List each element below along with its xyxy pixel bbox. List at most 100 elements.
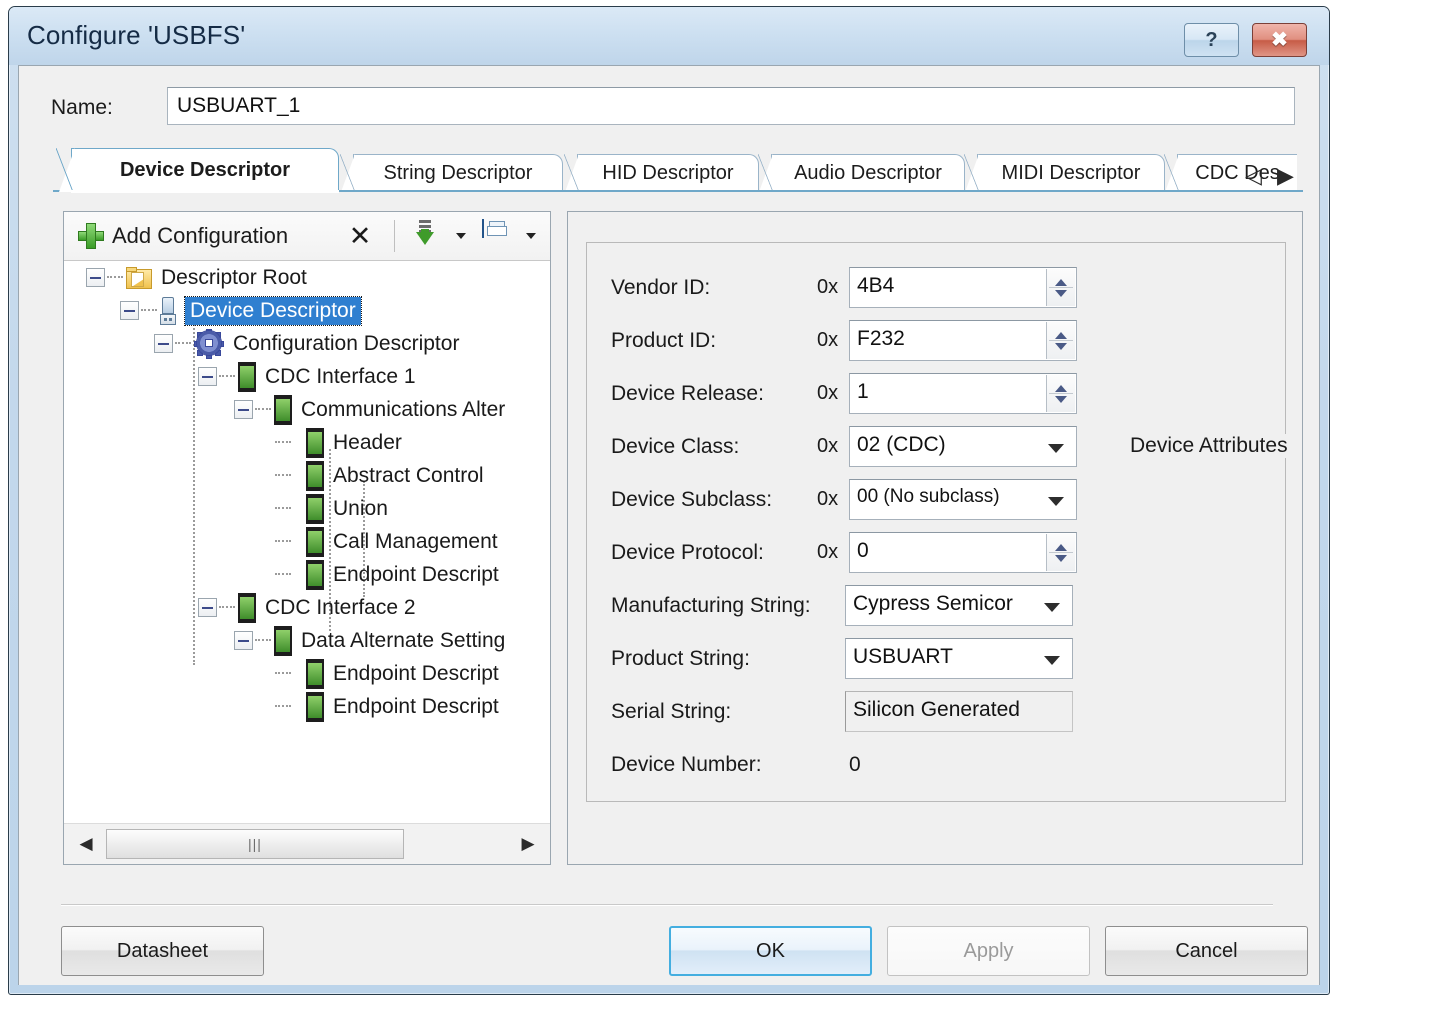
tab-string-descriptor[interactable]: String Descriptor xyxy=(340,154,563,192)
manufacturing-string-dropdown[interactable]: Cypress Semicor xyxy=(845,585,1073,626)
device-class-dropdown[interactable]: 02 (CDC) xyxy=(849,426,1077,467)
field-value: 02 (CDC) xyxy=(857,433,946,456)
import-descriptor-button[interactable] xyxy=(412,220,446,252)
chevron-down-icon[interactable] xyxy=(1044,656,1060,665)
name-input[interactable]: USBUART_1 xyxy=(167,87,1295,125)
tree-item-communications-alternate[interactable]: Communications Alter xyxy=(64,393,550,426)
field-label: Device Release: xyxy=(611,382,764,405)
hex-prefix: 0x xyxy=(817,382,839,404)
field-value: Cypress Semicor xyxy=(853,592,1013,615)
field-label: Serial String: xyxy=(611,700,732,723)
device-release-input[interactable]: 1 xyxy=(849,373,1077,414)
save-chevron-down-icon[interactable] xyxy=(526,233,536,239)
tree-item-abstract-control[interactable]: Abstract Control xyxy=(64,459,550,492)
product-string-dropdown[interactable]: USBUART xyxy=(845,638,1073,679)
field-value: 4B4 xyxy=(857,274,895,297)
tree-item-cdc-interface-1[interactable]: CDC Interface 1 xyxy=(64,360,550,393)
tree-item-label: CDC Interface 2 xyxy=(265,596,416,619)
tree-dot-connector xyxy=(275,572,291,577)
active-tab-underline-gap xyxy=(71,190,339,193)
tree-dot-connector xyxy=(219,605,235,610)
collapse-toggle-icon[interactable] xyxy=(234,400,253,419)
tree-item-label: CDC Interface 1 xyxy=(265,365,416,388)
scroll-right-arrow-icon[interactable]: ▶ xyxy=(512,828,544,860)
chip-icon xyxy=(238,592,256,623)
tree-item-data-alternate-setting[interactable]: Data Alternate Setting xyxy=(64,624,550,657)
chip-icon xyxy=(306,526,324,557)
tree-item-call-management[interactable]: Call Management xyxy=(64,525,550,558)
tab-device-descriptor[interactable]: Device Descriptor xyxy=(56,148,339,192)
hex-prefix: 0x xyxy=(817,541,839,563)
chevron-down-icon[interactable] xyxy=(1044,603,1060,612)
field-label: Product ID: xyxy=(611,329,717,352)
apply-button[interactable]: Apply xyxy=(887,926,1090,976)
field-device-number: Device Number: 0 xyxy=(587,744,1285,788)
collapse-toggle-icon[interactable] xyxy=(120,301,139,320)
dialog-client-area: Name: USBUART_1 Device Descriptor String… xyxy=(18,65,1320,985)
collapse-toggle-icon[interactable] xyxy=(154,334,173,353)
vendor-id-input[interactable]: 4B4 xyxy=(849,267,1077,308)
collapse-toggle-icon[interactable] xyxy=(234,631,253,650)
save-descriptor-button[interactable] xyxy=(482,219,516,252)
help-button[interactable]: ? xyxy=(1184,23,1239,57)
tree-horizontal-scrollbar[interactable]: ◀ ||| ▶ xyxy=(64,823,550,864)
device-release-stepper[interactable] xyxy=(1046,375,1075,412)
chevron-down-icon[interactable] xyxy=(1048,497,1064,506)
device-subclass-dropdown[interactable]: 00 (No subclass) xyxy=(849,479,1077,520)
chip-icon xyxy=(306,493,324,524)
product-id-stepper[interactable] xyxy=(1046,322,1075,359)
add-configuration-button[interactable]: Add Configuration xyxy=(72,216,294,256)
x-close-icon: ✕ xyxy=(348,220,372,251)
tab-scroll-right-icon[interactable]: ▶ xyxy=(1277,165,1294,187)
device-protocol-input[interactable]: 0 xyxy=(849,532,1077,573)
import-chevron-down-icon[interactable] xyxy=(456,233,466,239)
delete-button[interactable]: ✕ xyxy=(344,220,376,252)
collapse-toggle-icon[interactable] xyxy=(86,268,105,287)
tab-audio-descriptor[interactable]: Audio Descriptor xyxy=(758,154,965,192)
tree-dot-connector xyxy=(219,374,235,379)
device-protocol-stepper[interactable] xyxy=(1046,534,1075,571)
descriptor-tree[interactable]: Descriptor Root Device Descriptor Config… xyxy=(64,261,550,822)
title-bar: Configure 'USBFS' ? ✖ xyxy=(9,7,1329,65)
product-id-input[interactable]: F232 xyxy=(849,320,1077,361)
tab-label: String Descriptor xyxy=(383,162,533,184)
collapse-toggle-icon[interactable] xyxy=(198,598,217,617)
button-label: OK xyxy=(756,939,785,962)
field-value: 0 xyxy=(857,539,869,562)
button-label: Datasheet xyxy=(116,939,209,962)
scrollbar-thumb[interactable]: ||| xyxy=(106,829,404,859)
question-mark-icon: ? xyxy=(1205,29,1218,51)
field-label: Device Class: xyxy=(611,435,740,458)
field-product-id: Product ID: 0x F232 xyxy=(587,320,1285,364)
tree-item-cdc-interface-2[interactable]: CDC Interface 2 xyxy=(64,591,550,624)
chevron-down-icon[interactable] xyxy=(1048,444,1064,453)
tree-dot-connector xyxy=(275,473,291,478)
close-button[interactable]: ✖ xyxy=(1252,23,1307,57)
tree-item-configuration-descriptor[interactable]: Configuration Descriptor xyxy=(64,327,550,360)
tree-item-device-descriptor[interactable]: Device Descriptor xyxy=(64,294,550,327)
tab-midi-descriptor[interactable]: MIDI Descriptor xyxy=(964,154,1165,192)
tree-item-header[interactable]: Header xyxy=(64,426,550,459)
chip-icon xyxy=(306,559,324,590)
datasheet-button[interactable]: Datasheet xyxy=(61,926,264,976)
vendor-id-stepper[interactable] xyxy=(1046,269,1075,306)
field-value: 1 xyxy=(857,380,869,403)
serial-string-field: Silicon Generated xyxy=(845,691,1073,732)
cancel-button[interactable]: Cancel xyxy=(1105,926,1308,976)
tab-scroll-left-icon[interactable]: ◁ xyxy=(1245,165,1262,187)
scroll-left-arrow-icon[interactable]: ◀ xyxy=(70,828,102,860)
field-label: Device Protocol: xyxy=(611,541,764,564)
collapse-toggle-icon[interactable] xyxy=(198,367,217,386)
tab-hid-descriptor[interactable]: HID Descriptor xyxy=(564,154,759,192)
ok-button[interactable]: OK xyxy=(669,926,872,976)
chip-icon xyxy=(274,625,292,656)
tree-item-endpoint-descriptor-1[interactable]: Endpoint Descript xyxy=(64,558,550,591)
button-label: Apply xyxy=(963,939,1014,962)
tree-item-union[interactable]: Union xyxy=(64,492,550,525)
tree-item-descriptor-root[interactable]: Descriptor Root xyxy=(64,261,550,294)
tree-item-endpoint-descriptor-2[interactable]: Endpoint Descript xyxy=(64,657,550,690)
field-value: 00 (No subclass) xyxy=(857,486,1000,507)
tree-item-endpoint-descriptor-3[interactable]: Endpoint Descript xyxy=(64,690,550,723)
tree-dot-connector xyxy=(275,671,291,676)
field-value: Silicon Generated xyxy=(853,698,1020,721)
